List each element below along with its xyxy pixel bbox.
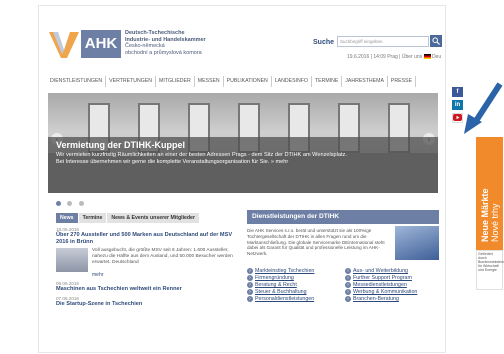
pointer-arrow-icon	[464, 82, 503, 134]
news-headline[interactable]: Die Startup-Szene in Tschechien	[56, 301, 236, 308]
banner-text: Neue Märkte Nové trhy	[480, 188, 500, 242]
date-info[interactable]: 19.6.2016 | 14:09 Prag | Über uns	[347, 54, 422, 60]
search-button[interactable]	[430, 35, 442, 47]
hero-caption: Vermietung der DTIHK-Kuppel Wir vermiete…	[48, 137, 438, 193]
service-link[interactable]: Aus- und Weiterbildung	[345, 268, 439, 274]
tab-news[interactable]: News	[56, 213, 78, 223]
nav-item-publikationen[interactable]: PUBLIKATIONEN	[224, 76, 272, 87]
language-label[interactable]: Deu	[432, 54, 441, 60]
ministry-logo: Gefördert durch Bundesministerium für Wi…	[478, 252, 504, 272]
banner-footer: Gefördert durch Bundesministerium für Wi…	[476, 250, 504, 290]
news-more-link[interactable]: mehr	[92, 272, 236, 278]
nav-item-messen[interactable]: MESSEN	[195, 76, 224, 87]
news-image[interactable]	[56, 248, 88, 272]
search-icon	[432, 37, 440, 45]
slider-dot[interactable]	[67, 201, 73, 206]
news-headline[interactable]: Maschinen aus Tschechien weltweit ein Re…	[56, 286, 236, 293]
website-page: AHK Deutsch-Tschechische Industrie- und …	[38, 5, 446, 353]
nav-item-vertretungen[interactable]: VERTRETUNGEN	[106, 76, 157, 87]
flag-germany-icon[interactable]	[423, 54, 431, 60]
news-tabs: News Termine News & Events unserer Mitgl…	[56, 213, 199, 223]
v-mark-icon	[49, 32, 79, 58]
slider-dots	[56, 193, 96, 206]
nav-item-dienstleistungen[interactable]: DIENSTLEISTUNGEN	[47, 76, 107, 87]
logo-text: Deutsch-Tschechische Industrie- und Hand…	[125, 30, 206, 56]
services-text: Die AHK Services s.r.o. berät und unters…	[247, 228, 385, 257]
main-navigation: DIENSTLEISTUNGEN VERTRETUNGEN MITGLIEDER…	[47, 76, 439, 87]
services-image	[395, 226, 439, 260]
logo-mark: AHK	[81, 30, 121, 58]
search-label: Suche	[313, 39, 335, 46]
neue-maerkte-banner[interactable]: Neue Märkte Nové trhy	[476, 137, 503, 250]
ahk-logo[interactable]: AHK Deutsch-Tschechische Industrie- und …	[49, 30, 206, 62]
youtube-icon[interactable]	[452, 113, 463, 123]
service-link[interactable]: Beratung & Recht	[247, 282, 341, 288]
linkedin-icon[interactable]: in	[452, 100, 463, 110]
service-link[interactable]: Messedienstleistungen	[345, 282, 439, 288]
nav-item-landesinfo[interactable]: LANDESINFO	[272, 76, 312, 87]
service-link[interactable]: Further Support Program	[345, 275, 439, 281]
tab-termine[interactable]: Termine	[78, 213, 107, 223]
service-link[interactable]: Steuer & Buchhaltung	[247, 289, 341, 295]
hero-text: Wir vermieten kurzfristig Räumlichkeiten…	[56, 152, 347, 165]
news-headline[interactable]: Über 270 Aussteller und 500 Marken aus D…	[56, 232, 236, 246]
slider-dot[interactable]	[78, 201, 84, 206]
news-body: Voll ausgebucht, die größte MSV seit 6 J…	[56, 248, 236, 272]
service-link[interactable]: Werbung & Kommunikation	[345, 289, 439, 295]
facebook-icon[interactable]: f	[452, 87, 463, 97]
hero-title[interactable]: Vermietung der DTIHK-Kuppel	[56, 140, 430, 150]
tab-member-news[interactable]: News & Events unserer Mitglieder	[107, 213, 199, 223]
hero-slider[interactable]: ‹ › Vermietung der DTIHK-Kuppel Wir verm…	[48, 93, 438, 193]
news-text: Voll ausgebucht, die größte MSV seit 6 J…	[92, 248, 233, 265]
search-input[interactable]: Suchbegriff eingeben	[337, 36, 429, 47]
slider-dot[interactable]	[56, 201, 61, 206]
nav-item-termine[interactable]: TERMINE	[312, 76, 343, 87]
services-links: Markteinstieg Tschechien Aus- und Weiter…	[247, 268, 439, 302]
service-link[interactable]: Branchen-Beratung	[345, 296, 439, 302]
service-link[interactable]: Firmengründung	[247, 275, 341, 281]
service-link[interactable]: Markteinstieg Tschechien	[247, 268, 341, 274]
services-header: Dienstleistungen der DTIHK	[247, 210, 439, 224]
news-list: 18.06.2016 Über 270 Aussteller und 500 M…	[56, 224, 236, 308]
nav-item-presse[interactable]: PRESSE	[388, 76, 416, 87]
nav-item-mitglieder[interactable]: MITGLIEDER	[156, 76, 195, 87]
nav-item-jahresthema[interactable]: JAHRESTHEMA	[342, 76, 388, 87]
service-link[interactable]: Personaldienstleistungen	[247, 296, 341, 302]
meta-bar: 19.6.2016 | 14:09 Prag | Über uns Deu	[347, 54, 441, 60]
youtube-play-icon	[453, 114, 462, 121]
